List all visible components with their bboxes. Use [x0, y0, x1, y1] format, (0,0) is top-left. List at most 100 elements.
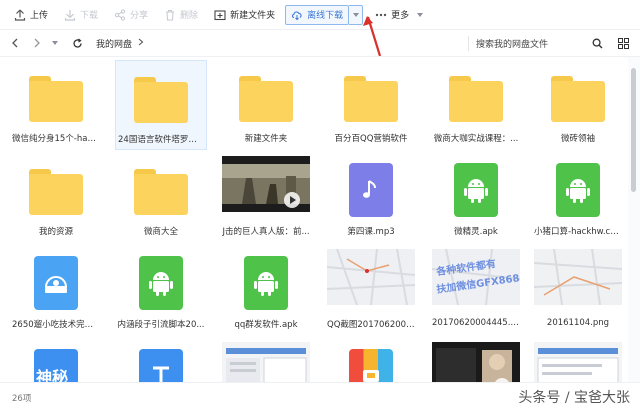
status-bar: 26项 头条号 / 宝爸大张	[0, 382, 640, 409]
folder-icon	[551, 76, 605, 122]
file-label: 我的资源	[38, 227, 73, 237]
folder-icon	[449, 76, 503, 122]
file-label: J击的巨人真人版：前...	[222, 227, 310, 237]
folder-icon	[29, 76, 83, 122]
file-tile[interactable]	[220, 339, 312, 382]
file-label: 微精灵.apk	[454, 227, 498, 237]
file-tile[interactable]	[115, 339, 207, 382]
file-tile[interactable]: 微信纯分身15个-hac...	[10, 60, 102, 150]
trash-icon	[164, 9, 176, 21]
music-file-icon	[349, 163, 393, 217]
file-label: QQ截图2017062001...	[327, 320, 417, 330]
new-folder-button[interactable]: 新建文件夹	[208, 5, 281, 25]
grid-view-icon[interactable]	[617, 37, 630, 50]
file-tile[interactable]: 20161104.png	[532, 246, 624, 336]
toolbar: 上传 下载 分享 删除 新建文件夹 离线下载 更多	[0, 0, 640, 30]
file-label: 20161104.png	[546, 318, 610, 328]
breadcrumb-arrow-icon	[138, 38, 144, 49]
upload-button[interactable]: 上传	[8, 5, 54, 25]
file-tile[interactable]: 24国语言软件塔罗石...	[115, 60, 207, 150]
file-label: 百分百QQ营销软件	[334, 134, 408, 144]
video-thumbnail	[222, 156, 310, 212]
file-label: 小猪口算-hackhw.co...	[534, 227, 624, 237]
folder-icon	[344, 76, 398, 122]
document-file-icon: 神秘	[34, 349, 78, 382]
share-icon	[114, 8, 126, 21]
file-label: 内涵段子引流脚本20...	[117, 320, 205, 330]
file-grid: 微信纯分身15个-hac... 24国语言软件塔罗石... 新建文件夹 百分百Q…	[0, 57, 628, 382]
file-label: 20170620004445.p...	[432, 318, 522, 328]
share-label: 分享	[130, 11, 149, 21]
file-label: 2650遛小吃技术完整...	[12, 320, 102, 330]
file-label: 微砖领袖	[560, 134, 595, 144]
file-tile[interactable]: 内涵段子引流脚本20...	[115, 246, 207, 336]
download-label: 下载	[80, 11, 99, 21]
file-label: qq群发软件.apk	[234, 320, 298, 330]
archive-file-icon	[349, 349, 393, 382]
search-icon[interactable]	[591, 37, 604, 50]
item-count: 26项	[12, 394, 32, 404]
text-file-icon	[139, 349, 183, 382]
file-tile[interactable]	[325, 339, 417, 382]
search-input[interactable]: 搜索我的网盘文件	[476, 37, 548, 50]
upload-label: 上传	[30, 11, 49, 21]
download-button[interactable]: 下载	[58, 5, 104, 25]
file-label: 微商大全	[143, 227, 178, 237]
file-tile[interactable]: 微商大咖实战课程：...	[430, 60, 522, 150]
file-label: 微商大咖实战课程：...	[433, 134, 519, 144]
offline-download-label: 离线下载	[307, 11, 344, 21]
chevron-down-icon	[352, 12, 359, 17]
file-tile[interactable]: 小猪口算-hackhw.co...	[532, 153, 624, 243]
breadcrumb[interactable]: 我的网盘	[96, 37, 132, 50]
file-tile[interactable]: 2650遛小吃技术完整...	[10, 246, 102, 336]
play-icon	[284, 192, 300, 208]
upload-icon	[14, 9, 26, 21]
nav-bar: 我的网盘 搜索我的网盘文件	[0, 30, 640, 57]
file-label: 微信纯分身15个-hac...	[12, 134, 101, 144]
file-tile[interactable]: qq群发软件.apk	[220, 246, 312, 336]
back-icon[interactable]	[8, 36, 22, 50]
video-thumbnail	[432, 342, 520, 382]
watermark: 头条号 / 宝爸大张	[518, 390, 630, 406]
android-icon	[454, 163, 498, 217]
android-icon	[556, 163, 600, 217]
file-label: 第四课.mp3	[347, 227, 395, 237]
offline-download-button[interactable]: 离线下载	[285, 4, 350, 25]
file-tile[interactable]: 微精灵.apk	[430, 153, 522, 243]
share-button[interactable]: 分享	[108, 5, 154, 25]
divider	[468, 36, 469, 51]
new-folder-icon	[214, 9, 226, 21]
scrollbar-thumb[interactable]	[631, 68, 636, 192]
android-icon	[244, 256, 288, 310]
map-thumbnail	[534, 249, 622, 305]
android-icon	[139, 256, 183, 310]
screenshot-thumbnail	[534, 342, 622, 382]
folder-icon	[239, 76, 293, 122]
file-tile[interactable]: 我的资源	[10, 153, 102, 243]
delete-button[interactable]: 删除	[158, 5, 204, 25]
folder-icon	[29, 169, 83, 215]
file-tile[interactable]: 微砖领袖	[532, 60, 624, 150]
map-thumbnail: 各种软件都有 扶加微信GFX868	[432, 249, 520, 305]
refresh-icon[interactable]	[70, 36, 84, 50]
download-icon	[64, 9, 76, 21]
dropdown-icon[interactable]	[48, 36, 62, 50]
file-tile[interactable]: 各种软件都有 扶加微信GFX868 20170620004445.p...	[430, 246, 522, 336]
new-folder-label: 新建文件夹	[230, 11, 276, 21]
file-tile[interactable]	[532, 339, 624, 382]
file-tile[interactable]: 新建文件夹	[220, 60, 312, 150]
screenshot-thumbnail	[222, 342, 310, 382]
file-tile[interactable]	[430, 339, 522, 382]
file-tile[interactable]: 第四课.mp3	[325, 153, 417, 243]
disk-image-icon	[34, 256, 78, 310]
folder-icon	[134, 77, 188, 123]
forward-icon[interactable]	[30, 36, 44, 50]
file-tile[interactable]: 微商大全	[115, 153, 207, 243]
file-tile[interactable]: QQ截图2017062001...	[325, 246, 417, 336]
folder-icon	[134, 169, 188, 215]
file-tile[interactable]: 百分百QQ营销软件	[325, 60, 417, 150]
file-tile[interactable]: 神秘	[10, 339, 102, 382]
file-tile[interactable]: J击的巨人真人版：前...	[220, 153, 312, 243]
delete-label: 删除	[180, 11, 199, 21]
chevron-down-icon	[417, 12, 424, 17]
